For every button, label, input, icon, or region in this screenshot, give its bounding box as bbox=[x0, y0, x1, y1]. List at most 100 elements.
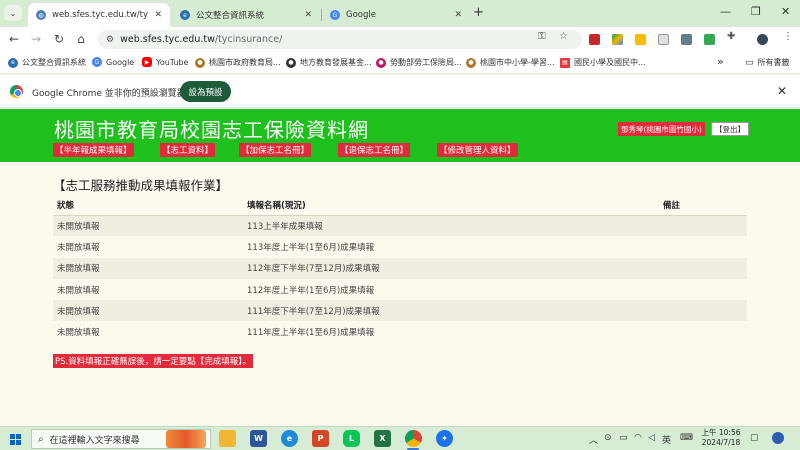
remark-cell bbox=[659, 236, 747, 258]
notification-icon[interactable]: ▢ bbox=[750, 433, 759, 443]
volume-icon[interactable]: ◁ bbox=[648, 433, 655, 443]
bookmark-item[interactable]: G Google bbox=[92, 57, 134, 67]
ime-indicator[interactable]: 英 bbox=[662, 433, 671, 446]
minimize-icon[interactable]: — bbox=[720, 5, 731, 18]
report-name-cell[interactable]: 111年度下半年(7至12月)成果填報 bbox=[243, 300, 659, 322]
excel-icon[interactable]: X bbox=[374, 430, 391, 447]
fund-icon: ● bbox=[286, 57, 296, 68]
star-icon[interactable]: ☆ bbox=[559, 31, 568, 42]
status-cell: 未開放填報 bbox=[53, 215, 243, 237]
new-tab-button[interactable]: + bbox=[473, 5, 484, 20]
close-icon[interactable]: ✕ bbox=[154, 10, 162, 20]
extension-icon[interactable] bbox=[589, 34, 600, 45]
extension-icon[interactable] bbox=[704, 34, 715, 45]
keyboard-icon[interactable]: ⌨ bbox=[680, 433, 693, 443]
powerpoint-icon[interactable]: P bbox=[312, 430, 329, 447]
chrome-icon[interactable] bbox=[405, 430, 422, 447]
status-cell: 未開放填報 bbox=[53, 278, 243, 301]
google-icon: G bbox=[330, 10, 340, 20]
system-clock[interactable]: 上午 10:56 2024/7/18 bbox=[697, 428, 745, 448]
app-icon[interactable]: ✦ bbox=[436, 430, 453, 447]
search-highlight-icon bbox=[166, 430, 206, 448]
infobar-message: Google Chrome 並非你的預設瀏覽器 bbox=[32, 89, 186, 99]
home-icon[interactable]: ⌂ bbox=[73, 32, 89, 46]
report-name-cell[interactable]: 112年度下半年(7至12月)成果填報 bbox=[243, 257, 659, 279]
logout-button[interactable]: 【登出】 bbox=[711, 122, 749, 136]
battery-icon[interactable]: ▭ bbox=[619, 433, 628, 443]
edoc-icon: e bbox=[8, 57, 18, 68]
section-title: 【志工服務推動成果填報作業】 bbox=[53, 178, 229, 193]
search-icon: ⌕ bbox=[38, 433, 44, 445]
restore-icon[interactable]: ❐ bbox=[751, 5, 761, 18]
line-icon[interactable]: L bbox=[343, 430, 360, 447]
menu-withdrawn-roster[interactable]: 【退保志工名冊】 bbox=[338, 143, 411, 157]
all-bookmarks-button[interactable]: ▭ 所有書籤 bbox=[745, 57, 790, 68]
site-title: 桃園市教育局校園志工保險資料網 bbox=[54, 118, 369, 142]
completion-note: PS.資料填報正確無誤後，請一定要點【完成填報】。 bbox=[53, 354, 253, 368]
tab-tycinsurance[interactable]: ◍ web.sfes.tyc.edu.tw/tycinsura ✕ bbox=[28, 3, 170, 27]
close-icon[interactable]: ✕ bbox=[454, 10, 462, 20]
google-icon: G bbox=[92, 57, 102, 67]
table-row: 未開放填報 113上半年成果填報 bbox=[53, 215, 747, 237]
avatar[interactable] bbox=[772, 432, 784, 444]
table-header-row: 狀態 填報名稱(現況) 備註 bbox=[53, 195, 747, 216]
tab-google[interactable]: G Google ✕ bbox=[322, 3, 470, 27]
bookmark-item[interactable]: ● 桃園市政府教育局... bbox=[195, 57, 281, 68]
bookmarks-overflow-button[interactable]: » bbox=[717, 55, 724, 68]
bookmark-item[interactable]: ● 勞動部勞工保險局... bbox=[376, 57, 462, 68]
windows-start-icon[interactable] bbox=[10, 434, 21, 445]
chevron-down-icon: ⌄ bbox=[9, 8, 17, 18]
remark-cell bbox=[659, 278, 747, 301]
status-cell: 未開放填報 bbox=[53, 257, 243, 279]
chevron-up-icon[interactable]: ︿ bbox=[589, 433, 598, 446]
more-vert-icon[interactable]: ⋮ bbox=[783, 31, 793, 42]
key-icon[interactable]: ⚿ bbox=[538, 31, 546, 42]
tab-search-button[interactable]: ⌄ bbox=[4, 5, 22, 21]
forward-icon[interactable]: → bbox=[28, 32, 44, 46]
address-bar[interactable]: ⚙ web.sfes.tyc.edu.tw/tycinsurance/ bbox=[98, 30, 582, 49]
labor-icon: ● bbox=[376, 57, 386, 68]
edge-icon[interactable]: e bbox=[281, 430, 298, 447]
puzzle-icon[interactable]: ✚ bbox=[727, 31, 735, 42]
tab-edoc[interactable]: e 公文整合資訊系統 ✕ bbox=[172, 3, 320, 27]
bookmark-item[interactable]: ▤ 國民小學及國民中... bbox=[560, 57, 646, 68]
menu-report[interactable]: 【半年報成果填報】 bbox=[53, 143, 134, 157]
table-row: 未開放填報 112年度下半年(7至12月)成果填報 bbox=[53, 257, 747, 279]
bookmark-item[interactable]: ● 桃園市中小學-學習... bbox=[466, 57, 555, 68]
column-header: 備註 bbox=[659, 195, 747, 216]
menu-enrolled-roster[interactable]: 【加保志工名冊】 bbox=[239, 143, 312, 157]
report-name-cell[interactable]: 111年度上半年(1至6月)成果填報 bbox=[243, 321, 659, 343]
wifi-icon[interactable]: ◠ bbox=[634, 433, 642, 443]
chrome-icon bbox=[10, 85, 23, 98]
report-name-cell[interactable]: 112年度上半年(1至6月)成果填報 bbox=[243, 278, 659, 301]
bookmark-item[interactable]: ▶ YouTube bbox=[142, 57, 189, 67]
file-explorer-icon[interactable] bbox=[219, 430, 236, 447]
drive-icon[interactable] bbox=[612, 34, 623, 45]
bookmark-item[interactable]: e 公文整合資訊系統 bbox=[8, 57, 86, 68]
close-icon[interactable]: ✕ bbox=[777, 84, 787, 98]
globe-icon: ◍ bbox=[36, 10, 46, 20]
status-cell: 未開放填報 bbox=[53, 300, 243, 322]
report-name-cell[interactable]: 113上半年成果填報 bbox=[243, 215, 659, 237]
bookmark-item[interactable]: ● 地方教育發展基金... bbox=[286, 57, 372, 68]
menu-volunteer-data[interactable]: 【志工資料】 bbox=[160, 143, 216, 157]
close-window-icon[interactable]: ✕ bbox=[781, 5, 790, 18]
extension-icon[interactable] bbox=[635, 34, 646, 45]
remark-cell bbox=[659, 215, 747, 237]
avatar[interactable] bbox=[757, 34, 768, 45]
status-cell: 未開放填報 bbox=[53, 236, 243, 258]
column-header: 填報名稱(現況) bbox=[243, 195, 659, 216]
reload-icon[interactable]: ↻ bbox=[51, 32, 67, 46]
close-icon[interactable]: ✕ bbox=[304, 10, 312, 20]
menu-edit-admin[interactable]: 【修改管理人資料】 bbox=[437, 143, 518, 157]
site-info-icon[interactable]: ⚙ bbox=[106, 35, 114, 45]
report-name-cell[interactable]: 113年度上半年(1至6月)成果填報 bbox=[243, 236, 659, 258]
network-icon[interactable]: ⊙ bbox=[604, 433, 612, 443]
column-header: 狀態 bbox=[53, 195, 243, 216]
extension-icon[interactable] bbox=[658, 34, 669, 45]
set-default-button[interactable]: 設為預設 bbox=[180, 81, 231, 102]
word-icon[interactable]: W bbox=[250, 430, 267, 447]
table-row: 未開放填報 113年度上半年(1至6月)成果填報 bbox=[53, 236, 747, 258]
extension-icon[interactable] bbox=[681, 34, 692, 45]
back-icon[interactable]: ← bbox=[6, 32, 22, 46]
